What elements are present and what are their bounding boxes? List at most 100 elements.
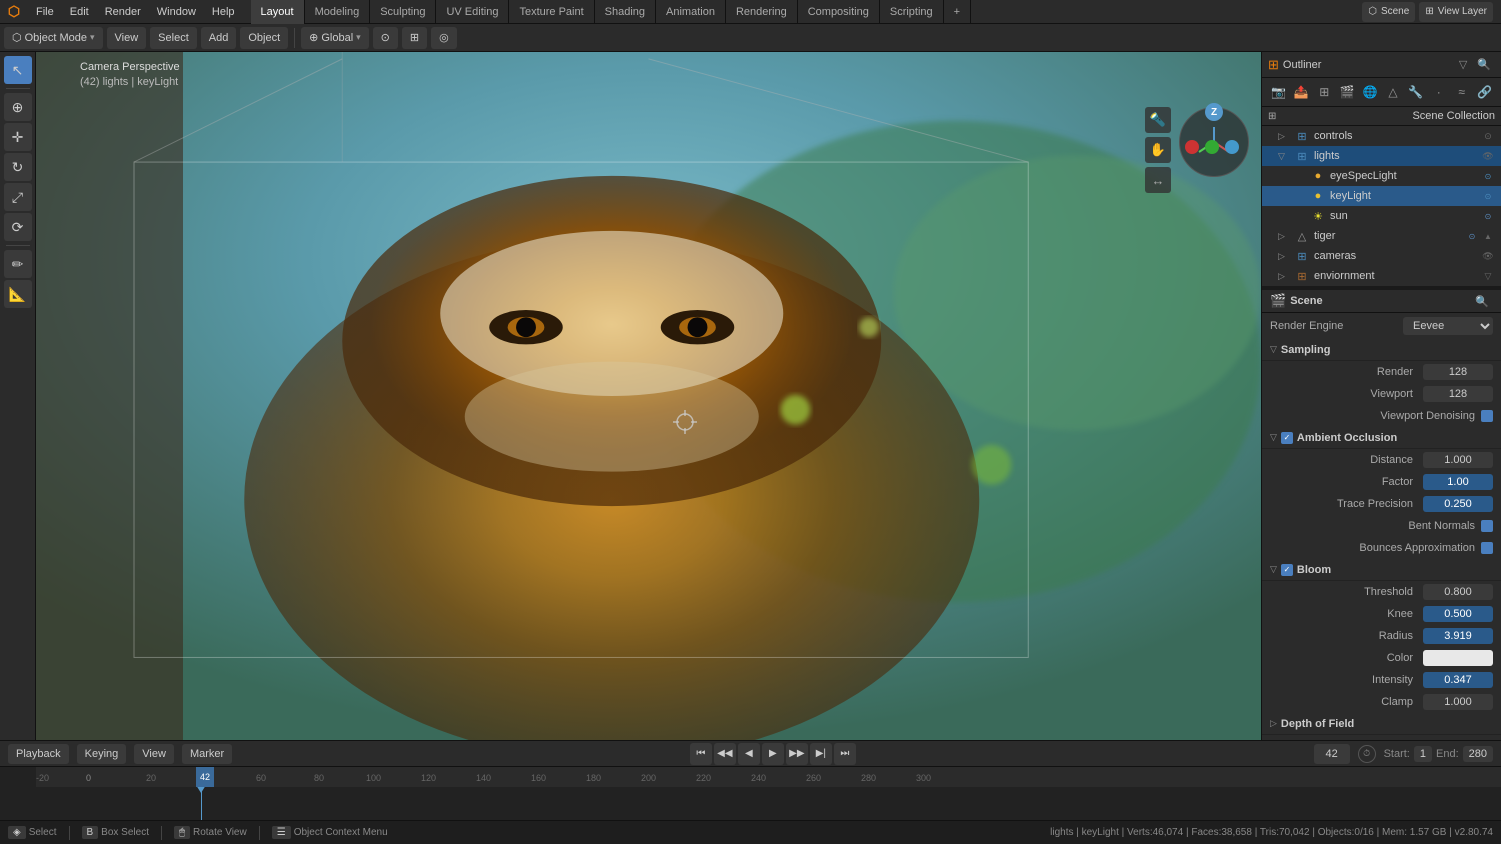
viewport-render-mode[interactable]: 🔦 [1145,107,1171,133]
panel-tab-output[interactable]: 📤 [1291,81,1312,103]
ao-enabled-checkbox[interactable]: ✓ [1281,432,1293,444]
frame-end-input[interactable]: 280 [1463,746,1493,762]
panel-tab-particles[interactable]: · [1428,81,1449,103]
tl-next-frame[interactable]: ▶▶ [786,743,808,765]
viewport-shading-mode[interactable]: ✋ [1145,137,1171,163]
outliner-item-tiger[interactable]: ▷ △ tiger ⊙ ▲ [1262,226,1501,246]
view-layer-selector[interactable]: ⊞ View Layer [1419,2,1493,22]
menu-file[interactable]: File [28,0,62,24]
prop-search-btn[interactable]: 🔍 [1471,295,1493,308]
tab-layout[interactable]: Layout [251,0,305,24]
tool-annotate[interactable]: ✏ [4,250,32,278]
panel-tab-scene[interactable]: 🎬 [1337,81,1358,103]
object-mode-selector[interactable]: ⬡ Object Mode [4,27,103,49]
viewport-denoising-checkbox[interactable] [1481,410,1493,422]
view-menu-btn[interactable]: View [107,27,147,49]
tab-compositing[interactable]: Compositing [798,0,880,24]
marker-menu[interactable]: Marker [182,744,232,764]
bloom-clamp-value[interactable]: 1.000 [1423,694,1493,710]
menu-help[interactable]: Help [204,0,243,24]
timeline-track[interactable]: -20 0 20 40 60 80 100 120 140 160 180 20… [0,767,1501,820]
scene-selector[interactable]: ⬡ Scene [1362,2,1415,22]
bloom-color-swatch[interactable] [1423,650,1493,666]
ao-trace-precision-value[interactable]: 0.250 [1423,496,1493,512]
frame-start-input[interactable]: 1 [1414,746,1432,762]
tool-move[interactable]: ✛ [4,123,32,151]
tiger-viz[interactable]: ⊙ [1465,229,1479,243]
tl-jump-end[interactable]: ⏭ [834,743,856,765]
outliner-item-controls[interactable]: ▷ ⊞ controls ⊙ [1262,126,1501,146]
bloom-enabled-checkbox[interactable]: ✓ [1281,564,1293,576]
outliner-item-key-light[interactable]: ● keyLight ⊙ [1262,186,1501,206]
ao-section-header[interactable]: ▽ ✓ Ambient Occlusion [1262,427,1501,449]
tool-scale[interactable]: ⤢ [4,183,32,211]
playback-menu[interactable]: Playback [8,744,69,764]
tab-scripting[interactable]: Scripting [880,0,944,24]
tl-prev-frame[interactable]: ◀ [738,743,760,765]
bloom-knee-value[interactable]: 0.500 [1423,606,1493,622]
tl-play-pause[interactable]: ▶ [762,743,784,765]
tab-animation[interactable]: Animation [656,0,726,24]
dot-red[interactable] [1185,140,1199,154]
eye-spec-light-viz[interactable]: ⊙ [1481,169,1495,183]
environment-viz[interactable]: ▽ [1481,269,1495,283]
tool-select[interactable]: ↖ [4,56,32,84]
panel-tab-constraints[interactable]: 🔗 [1474,81,1495,103]
snap-btn[interactable]: ⊞ [402,27,427,49]
proportional-btn[interactable]: ◎ [431,27,457,49]
ao-bounces-checkbox[interactable] [1481,542,1493,554]
panel-tab-view-layer[interactable]: ⊞ [1314,81,1335,103]
tool-rotate[interactable]: ↻ [4,153,32,181]
lights-eye-icon[interactable]: 👁 [1481,149,1495,163]
viewport-overlay[interactable]: ↔ [1145,167,1171,193]
tab-rendering[interactable]: Rendering [726,0,798,24]
current-frame-input[interactable] [1314,744,1350,764]
tl-next-keyframe[interactable]: ▶| [810,743,832,765]
outliner-item-eye-spec-light[interactable]: ● eyeSpecLight ⊙ [1262,166,1501,186]
tab-shading[interactable]: Shading [595,0,656,24]
dot-blue[interactable] [1225,140,1239,154]
bloom-radius-value[interactable]: 3.919 [1423,628,1493,644]
viewport-samples-value[interactable]: 128 [1423,386,1493,402]
outliner-item-cameras[interactable]: ▷ ⊞ cameras 👁 [1262,246,1501,266]
bloom-intensity-value[interactable]: 0.347 [1423,672,1493,688]
tab-modeling[interactable]: Modeling [305,0,371,24]
orientation-selector[interactable]: ⊕ Global [301,27,369,49]
bloom-threshold-value[interactable]: 0.800 [1423,584,1493,600]
object-menu-btn[interactable]: Object [240,27,288,49]
outliner-item-enviornment[interactable]: ▷ ⊞ enviornment ▽ [1262,266,1501,286]
menu-render[interactable]: Render [97,0,149,24]
bloom-section-header[interactable]: ▽ ✓ Bloom [1262,559,1501,581]
keying-menu[interactable]: Keying [77,744,127,764]
viewport[interactable]: Camera Perspective (42) lights | keyLigh… [36,52,1261,740]
tl-prev-keyframe[interactable]: ◀◀ [714,743,736,765]
tiger-extra[interactable]: ▲ [1481,229,1495,243]
pivot-btn[interactable]: ⊙ [373,27,398,49]
tool-measure[interactable]: 📐 [4,280,32,308]
sampling-section-header[interactable]: ▽ Sampling [1262,339,1501,361]
menu-edit[interactable]: Edit [62,0,97,24]
tab-sculpting[interactable]: Sculpting [370,0,436,24]
dot-green[interactable] [1205,140,1219,154]
tab-texture-paint[interactable]: Texture Paint [509,0,594,24]
render-samples-value[interactable]: 128 [1423,364,1493,380]
dof-section-header[interactable]: ▷ Depth of Field [1262,713,1501,735]
tab-uv-editing[interactable]: UV Editing [436,0,509,24]
timeline-track-area[interactable]: 42 [36,787,1501,820]
tl-jump-start[interactable]: ⏮ [690,743,712,765]
panel-tab-physics[interactable]: ≈ [1451,81,1472,103]
add-menu-btn[interactable]: Add [201,27,237,49]
render-engine-select[interactable]: Eevee Cycles Workbench [1403,317,1493,335]
ao-factor-value[interactable]: 1.00 [1423,474,1493,490]
outliner-item-sun[interactable]: ☀ sun ⊙ [1262,206,1501,226]
select-menu-btn[interactable]: Select [150,27,197,49]
tab-add[interactable]: + [944,0,971,24]
sun-viz[interactable]: ⊙ [1481,209,1495,223]
view-menu[interactable]: View [134,744,174,764]
nav-gizmo-z-axis[interactable]: Z [1205,103,1223,121]
panel-tab-world[interactable]: 🌐 [1360,81,1381,103]
key-light-viz[interactable]: ⊙ [1481,189,1495,203]
panel-tab-object[interactable]: △ [1383,81,1404,103]
tool-transform[interactable]: ⟳ [4,213,32,241]
cameras-viz[interactable]: 👁 [1481,249,1495,263]
